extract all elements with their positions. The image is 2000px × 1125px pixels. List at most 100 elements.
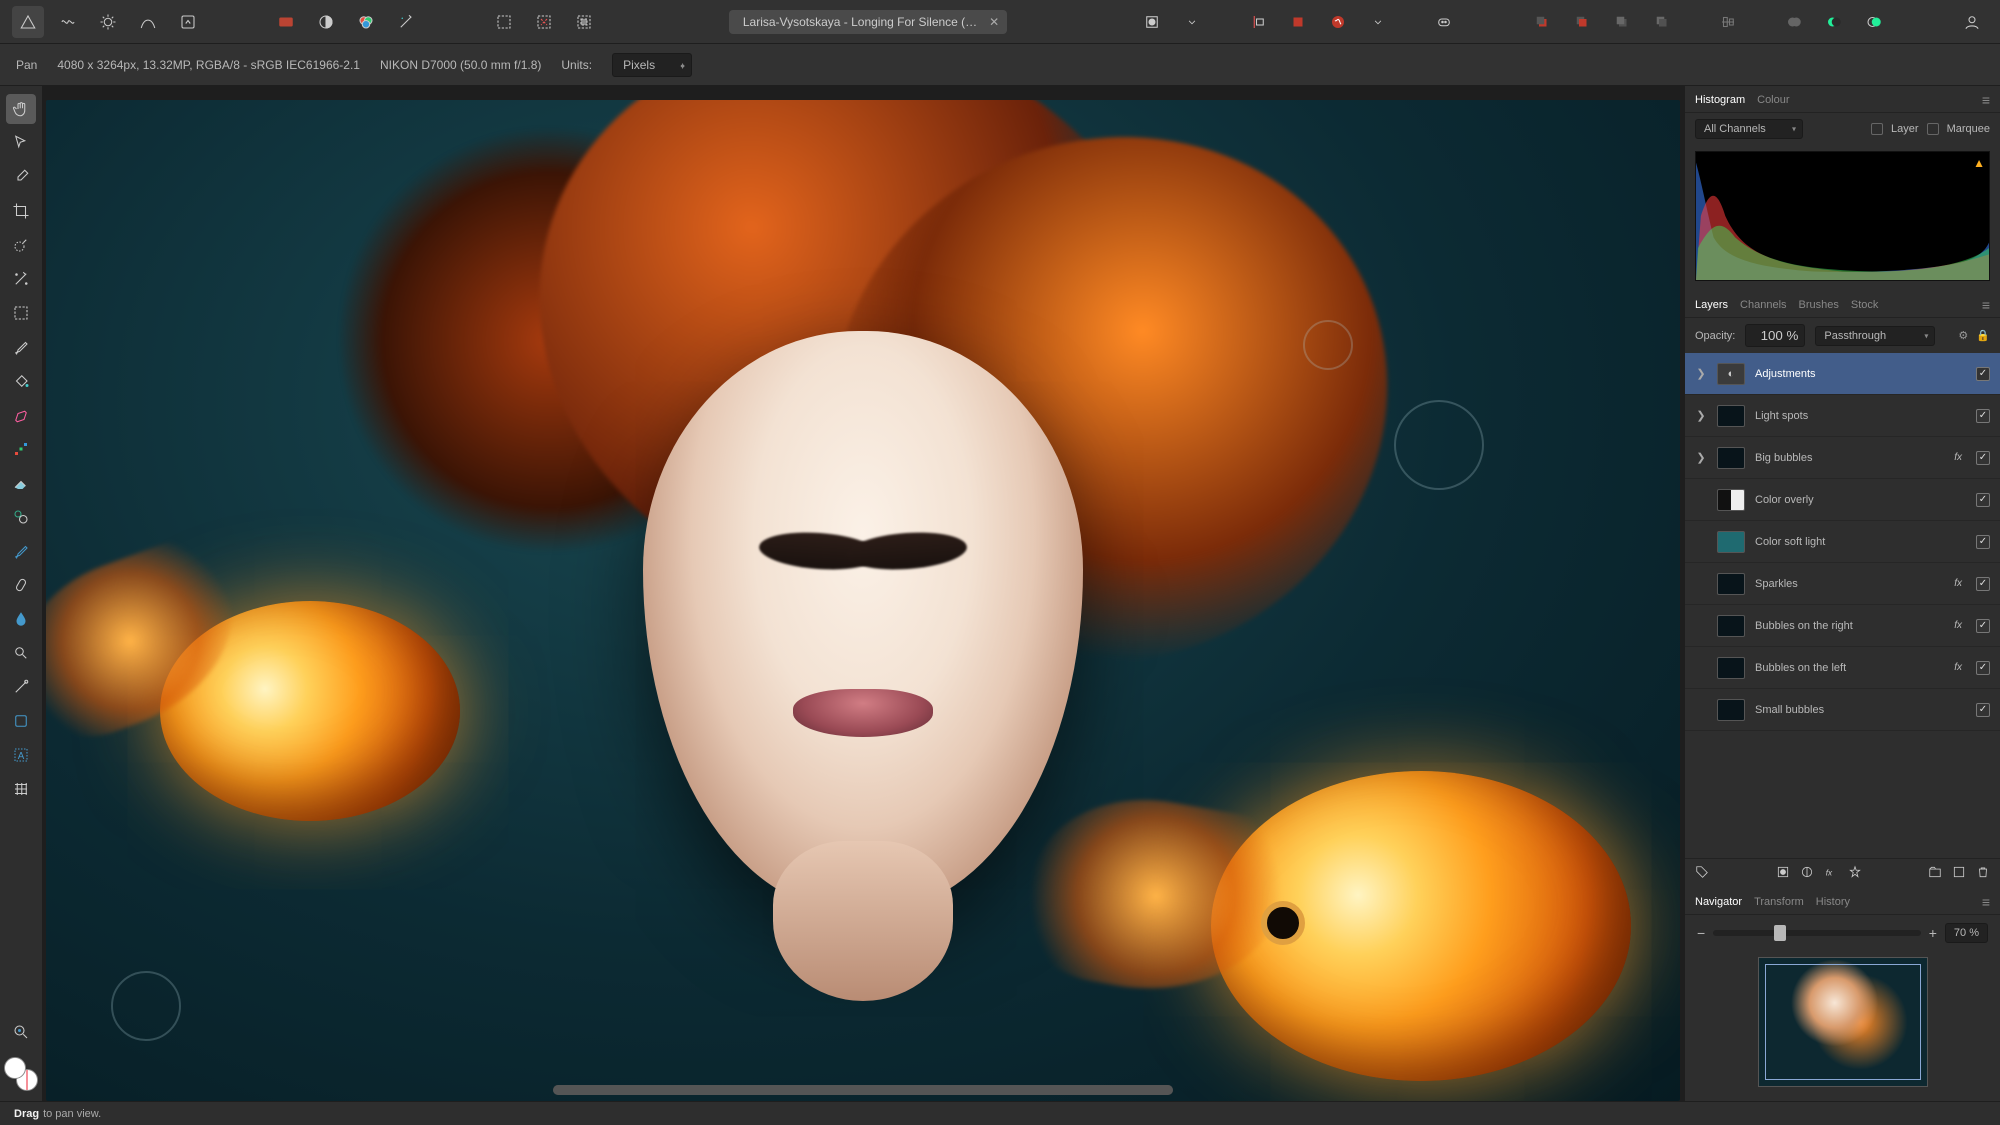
marquee-checkbox[interactable] [1927,123,1939,135]
snap-left-icon[interactable] [1242,6,1274,38]
layer-row[interactable]: Small bubbles [1685,689,2000,731]
zoom-out-button[interactable]: − [1697,925,1705,941]
channel-select[interactable]: All Channels [1695,119,1803,139]
zoom-value[interactable]: 70 % [1945,923,1988,943]
selection-invert-icon[interactable] [568,6,600,38]
tab-transform[interactable]: Transform [1754,896,1804,908]
tab-histogram[interactable]: Histogram [1695,94,1745,106]
arrange-back-icon[interactable] [1526,6,1558,38]
tab-brushes[interactable]: Brushes [1799,299,1839,311]
tab-channels[interactable]: Channels [1740,299,1786,311]
tab-stock[interactable]: Stock [1851,299,1879,311]
fill-tool[interactable] [6,366,36,396]
opacity-input[interactable] [1745,324,1805,347]
selection-remove-icon[interactable] [528,6,560,38]
panel-menu-icon[interactable]: ≡ [1982,894,1990,910]
arrange-backward-icon[interactable] [1566,6,1598,38]
shape-tool[interactable] [6,706,36,736]
zoom-in-button[interactable]: + [1929,925,1937,941]
move-tool[interactable] [6,128,36,158]
dropdown-caret-icon[interactable] [1176,6,1208,38]
expand-icon[interactable]: ❯ [1695,409,1707,422]
dropdown-caret-icon[interactable] [1362,6,1394,38]
visibility-toggle[interactable] [1976,451,1990,465]
inpaint-tool[interactable] [6,536,36,566]
layer-row[interactable]: Bubbles on the leftfx [1685,647,2000,689]
layer-row[interactable]: ❯Big bubblesfx [1685,437,2000,479]
add-layer-icon[interactable] [1952,865,1966,882]
delete-layer-icon[interactable] [1976,865,1990,882]
mesh-tool[interactable] [6,774,36,804]
boolean-add-icon[interactable] [1778,6,1810,38]
panel-menu-icon[interactable]: ≡ [1982,297,1990,313]
app-logo[interactable] [12,6,44,38]
arrange-forward-icon[interactable] [1606,6,1638,38]
visibility-toggle[interactable] [1976,661,1990,675]
account-icon[interactable] [1956,6,1988,38]
paint-brush-tool[interactable] [6,332,36,362]
expand-icon[interactable]: ❯ [1695,451,1707,464]
pen-tool[interactable] [6,400,36,430]
visibility-toggle[interactable] [1976,535,1990,549]
layer-row[interactable]: ❯◐Adjustments [1685,353,2000,395]
navigator-viewport[interactable] [1765,964,1921,1080]
visibility-toggle[interactable] [1976,493,1990,507]
swatch-picker-icon[interactable] [270,6,302,38]
zoom-tool[interactable] [6,1017,36,1047]
tag-icon[interactable] [1695,865,1709,882]
contrast-icon[interactable] [310,6,342,38]
layer-row[interactable]: Sparklesfx [1685,563,2000,605]
marquee-tool[interactable] [6,298,36,328]
panel-menu-icon[interactable]: ≡ [1982,92,1990,108]
layer-row[interactable]: Color overly [1685,479,2000,521]
expand-icon[interactable]: ❯ [1695,367,1707,380]
blur-tool[interactable] [6,604,36,634]
clone-tool[interactable] [6,502,36,532]
quickmask-icon[interactable] [1136,6,1168,38]
selection-brush-tool[interactable] [6,230,36,260]
persona-develop-icon[interactable] [92,6,124,38]
wand-icon[interactable] [390,6,422,38]
lock-icon[interactable]: 🔒 [1976,329,1990,342]
text-tool[interactable]: A [6,740,36,770]
persona-export-icon[interactable] [172,6,204,38]
color-wheel-icon[interactable] [350,6,382,38]
persona-tone-icon[interactable] [132,6,164,38]
layer-row[interactable]: Color soft light [1685,521,2000,563]
snap-center-icon[interactable] [1282,6,1314,38]
dodge-tool[interactable] [6,638,36,668]
adjustment-icon[interactable] [1800,865,1814,882]
layer-row[interactable]: ❯Light spots [1685,395,2000,437]
fx-icon[interactable]: fx [1824,865,1838,882]
zoom-slider[interactable] [1713,930,1921,936]
visibility-toggle[interactable] [1976,577,1990,591]
crop-tool[interactable] [6,196,36,226]
hand-tool[interactable] [6,94,36,124]
pixel-tool[interactable] [6,434,36,464]
snap-toggle-icon[interactable] [1322,6,1354,38]
horizontal-scrollbar[interactable] [553,1085,1173,1095]
layer-checkbox[interactable] [1871,123,1883,135]
flood-select-tool[interactable] [6,264,36,294]
visibility-toggle[interactable] [1976,367,1990,381]
visibility-toggle[interactable] [1976,619,1990,633]
layer-row[interactable]: Bubbles on the rightfx [1685,605,2000,647]
visibility-toggle[interactable] [1976,703,1990,717]
selection-new-icon[interactable] [488,6,520,38]
align-icon[interactable] [1712,6,1744,38]
blend-mode-select[interactable]: Passthrough [1815,326,1935,346]
navigator-thumbnail[interactable] [1758,957,1928,1087]
tab-colour[interactable]: Colour [1757,94,1789,106]
persona-liquify-icon[interactable] [52,6,84,38]
tab-history[interactable]: History [1816,896,1850,908]
live-filter-icon[interactable] [1848,865,1862,882]
tab-layers[interactable]: Layers [1695,299,1728,311]
sponge-tool[interactable] [6,672,36,702]
visibility-toggle[interactable] [1976,409,1990,423]
arrange-front-icon[interactable] [1646,6,1678,38]
assistant-icon[interactable] [1428,6,1460,38]
canvas[interactable] [46,100,1680,1101]
document-tab[interactable]: Larisa-Vysotskaya - Longing For Silence … [729,10,1007,34]
eraser-tool[interactable] [6,468,36,498]
units-select[interactable]: Pixels [612,53,692,77]
